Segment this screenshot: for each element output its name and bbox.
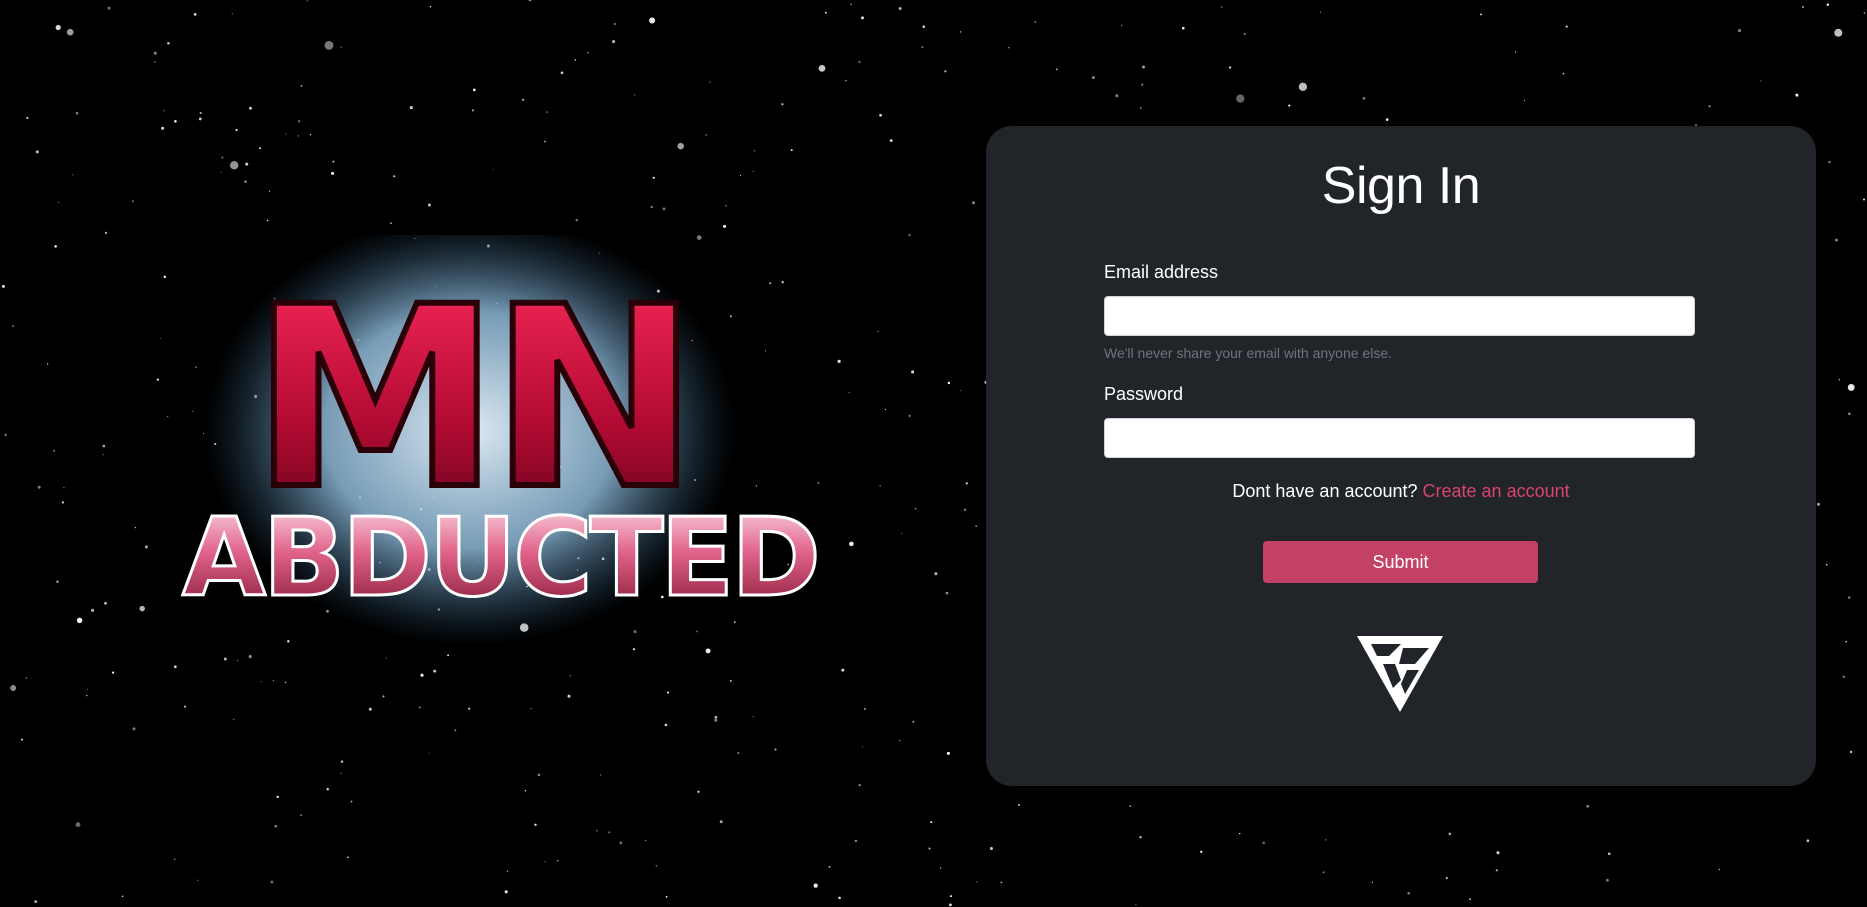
password-field[interactable] — [1104, 418, 1695, 458]
email-label: Email address — [1104, 262, 1219, 282]
signin-card: Sign In Email address We'll never share … — [986, 126, 1816, 786]
page-title: Sign In — [1321, 157, 1481, 215]
create-account-link[interactable]: Create an account — [1423, 481, 1570, 501]
password-label: Password — [1104, 384, 1184, 404]
logo-text-abducted: ABDUCTED — [182, 496, 818, 621]
no-account-text: Dont have an account? — [1232, 481, 1418, 501]
email-help-text: We'll never share your email with anyone… — [1104, 345, 1392, 361]
email-field[interactable] — [1104, 296, 1695, 336]
submit-button[interactable]: Submit — [1263, 541, 1538, 583]
triangle-brand-icon — [1357, 636, 1443, 712]
game-logo: MN ABDUCTED — [100, 215, 880, 675]
create-account-row: Dont have an account? Create an account — [986, 481, 1816, 502]
